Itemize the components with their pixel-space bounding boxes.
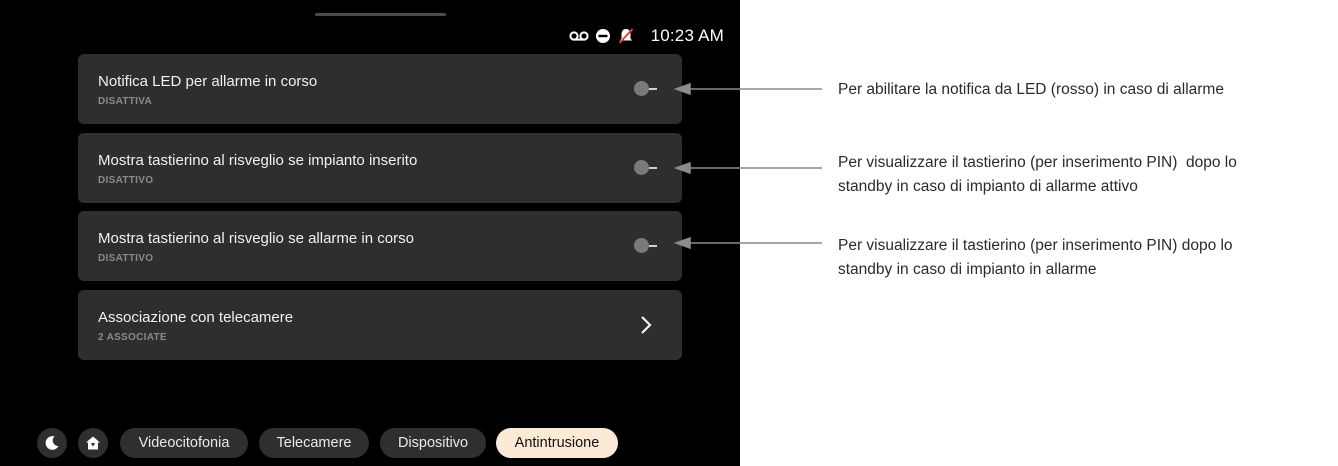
- clock-time: 10:23 AM: [650, 26, 724, 45]
- setting-title: Notifica LED per allarme in corso: [98, 73, 318, 90]
- device-screen: 10:23 AM Notifica LED per allarme in cor…: [0, 0, 740, 466]
- annotation-line: standby in caso di impianto di allarme a…: [838, 178, 1138, 195]
- home-icon: [85, 435, 101, 451]
- annotation-line: Per abilitare la notifica da LED (rosso)…: [838, 81, 1224, 98]
- annotation-line: standby in caso di impianto in allarme: [838, 261, 1097, 278]
- setting-title: Associazione con telecamere: [98, 309, 294, 326]
- annotation-led: Per abilitare la notifica da LED (rosso)…: [838, 78, 1224, 102]
- annotation-line: Per visualizzare il tastierino (per inse…: [838, 237, 1233, 254]
- setting-status: DISATTIVO: [98, 253, 154, 264]
- drag-handle[interactable]: [315, 13, 446, 16]
- bottom-nav: Videocitofonia Telecamere Dispositivo An…: [0, 428, 740, 460]
- keypad-armed-toggle[interactable]: [634, 160, 664, 176]
- setting-camera-association[interactable]: Associazione con telecamere 2 ASSOCIATE: [78, 290, 682, 360]
- setting-led-notification[interactable]: Notifica LED per allarme in corso DISATT…: [78, 54, 682, 124]
- tab-dispositivo[interactable]: Dispositivo: [380, 428, 486, 458]
- annotation-keypad-alarm: Per visualizzare il tastierino (per inse…: [838, 234, 1233, 282]
- toggle-knob: [634, 238, 649, 253]
- toggle-track: [649, 245, 657, 247]
- setting-keypad-armed[interactable]: Mostra tastierino al risveglio se impian…: [78, 133, 682, 203]
- led-notification-toggle[interactable]: [634, 81, 664, 97]
- home-button[interactable]: [78, 428, 108, 458]
- muted-bell-icon: [617, 27, 635, 45]
- annotation-line: Per visualizzare il tastierino (per inse…: [838, 154, 1237, 171]
- setting-title: Mostra tastierino al risveglio se allarm…: [98, 230, 414, 247]
- tab-telecamere[interactable]: Telecamere: [259, 428, 369, 458]
- setting-status: DISATTIVA: [98, 96, 152, 107]
- voicemail-icon: [568, 30, 589, 42]
- night-mode-icon: [44, 435, 60, 451]
- setting-status: DISATTIVO: [98, 175, 154, 186]
- annotation-keypad-armed: Per visualizzare il tastierino (per inse…: [838, 151, 1237, 199]
- tab-antintrusione[interactable]: Antintrusione: [496, 428, 618, 458]
- setting-title: Mostra tastierino al risveglio se impian…: [98, 152, 418, 169]
- chevron-right-icon[interactable]: [634, 312, 658, 338]
- do-not-disturb-icon: [595, 28, 611, 44]
- toggle-track: [649, 167, 657, 169]
- keypad-alarm-toggle[interactable]: [634, 238, 664, 254]
- toggle-knob: [634, 81, 649, 96]
- toggle-knob: [634, 160, 649, 175]
- setting-status: 2 ASSOCIATE: [98, 332, 167, 343]
- tab-videocitofonia[interactable]: Videocitofonia: [120, 428, 248, 458]
- toggle-track: [649, 88, 657, 90]
- setting-keypad-alarm[interactable]: Mostra tastierino al risveglio se allarm…: [78, 211, 682, 281]
- status-bar: 10:23 AM: [568, 24, 724, 48]
- night-mode-button[interactable]: [37, 428, 67, 458]
